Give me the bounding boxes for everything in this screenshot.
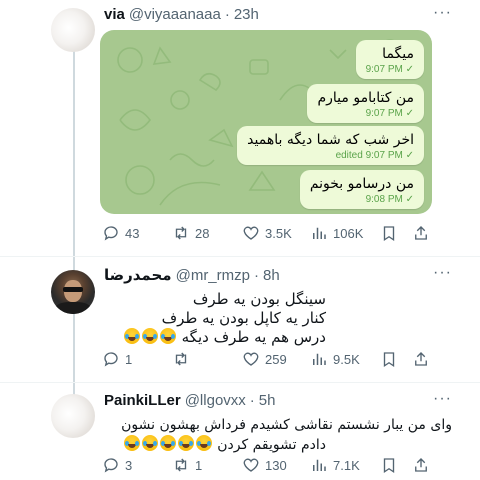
chat-bubble: من کتابامو میارم 9:07 PM ✓ <box>307 84 424 123</box>
tweet-text-line: درس هم یه طرف دیگه <box>181 328 326 346</box>
reply-button[interactable]: 3 <box>102 456 132 474</box>
retweet-button[interactable]: 1 <box>172 456 202 474</box>
share-button[interactable] <box>412 350 430 368</box>
reply-count: 1 <box>125 351 133 367</box>
like-icon <box>243 352 259 366</box>
views-button[interactable]: 106K <box>310 224 363 242</box>
chat-bubble: اخر شب که شما دیگه باهمید edited 9:07 PM… <box>237 126 424 165</box>
chat-message-text: اخر شب که شما دیگه باهمید <box>247 132 414 148</box>
tweet-text-line-with-emoji: دادم تشویقم کردن <box>123 435 326 455</box>
like-button[interactable]: 130 <box>242 456 287 474</box>
like-icon <box>243 458 259 472</box>
tweet-text-line: کنار یه کاپل بودن یه طرف <box>161 309 326 327</box>
share-icon <box>415 226 427 240</box>
share-button[interactable] <box>412 456 430 474</box>
views-count: 9.5K <box>333 351 360 367</box>
tweet-text-line: وای من یبار نشستم نقاشی کشیدم فرداش بهشو… <box>121 417 452 433</box>
bookmark-button[interactable] <box>380 224 398 242</box>
like-button[interactable]: 3.5K <box>242 224 292 242</box>
chat-bubble: میگما 9:07 PM ✓ <box>355 40 424 79</box>
chat-message-time: 9:07 PM ✓ <box>365 64 414 75</box>
bookmark-button[interactable] <box>380 350 398 368</box>
timestamp[interactable]: 8h <box>263 267 280 284</box>
timestamp[interactable]: 5h <box>259 392 276 409</box>
views-icon <box>313 353 326 365</box>
retweet-icon <box>175 226 187 240</box>
retweet-button[interactable]: 28 <box>172 224 209 242</box>
author-handle[interactable]: @viyaaanaaa <box>129 6 221 23</box>
crying-laughing-emoji-icon <box>123 328 140 344</box>
reply-icon <box>104 458 118 473</box>
tweet-text-line: سینگل بودن یه طرف <box>192 290 326 308</box>
crying-laughing-emoji-icon <box>159 435 176 451</box>
chat-message-time: 9:07 PM ✓ <box>365 108 414 119</box>
author-name[interactable]: محمدرضا <box>104 266 172 284</box>
crying-laughing-emoji-icon <box>141 328 158 344</box>
crying-laughing-emoji-icon <box>141 435 158 451</box>
tweet-divider <box>0 382 480 383</box>
chat-message-text: من درسامو بخونم <box>309 176 414 192</box>
like-count: 3.5K <box>265 225 292 241</box>
timestamp[interactable]: 23h <box>234 6 259 23</box>
separator-dot: · <box>224 6 230 23</box>
views-count: 106K <box>333 225 364 241</box>
avatar[interactable] <box>51 270 95 314</box>
views-icon <box>313 227 326 239</box>
like-count: 130 <box>265 457 287 473</box>
reply-icon <box>104 226 118 241</box>
crying-laughing-emoji-icon <box>123 435 140 451</box>
chat-bubble: من درسامو بخونم 9:08 PM ✓ <box>299 170 424 209</box>
like-count: 259 <box>265 351 287 367</box>
reply-count: 43 <box>125 225 140 241</box>
bookmark-icon <box>383 458 395 474</box>
tweet-divider <box>0 256 480 257</box>
more-options-icon[interactable]: ··· <box>433 390 452 408</box>
avatar[interactable] <box>51 394 95 438</box>
author-name[interactable]: via <box>104 6 125 23</box>
views-button[interactable]: 9.5K <box>310 350 360 368</box>
share-button[interactable] <box>412 224 430 242</box>
separator-dot: · <box>249 392 255 409</box>
crying-laughing-emoji-icon <box>177 435 194 451</box>
retweet-button[interactable] <box>172 350 195 368</box>
chat-message-time: edited 9:07 PM ✓ <box>335 150 414 161</box>
share-icon <box>415 352 427 366</box>
more-options-icon[interactable]: ··· <box>433 4 452 22</box>
like-button[interactable]: 259 <box>242 350 287 368</box>
author-handle[interactable]: @llgovxx <box>185 392 246 409</box>
reply-count: 3 <box>125 457 133 473</box>
views-icon <box>313 459 326 471</box>
crying-laughing-emoji-icon <box>195 435 212 451</box>
author-handle[interactable]: @mr_rmzp <box>176 267 250 284</box>
reply-button[interactable]: 43 <box>102 224 139 242</box>
share-icon <box>415 458 427 472</box>
chat-message-text: میگما <box>382 46 414 62</box>
retweet-count: 28 <box>195 225 210 241</box>
more-options-icon[interactable]: ··· <box>433 264 452 282</box>
tweet-text-line-with-emoji: درس هم یه طرف دیگه <box>123 328 326 347</box>
separator-dot: · <box>254 267 259 284</box>
bookmark-icon <box>383 226 395 242</box>
chat-screenshot-image[interactable]: میگما 9:07 PM ✓ من کتابامو میارم 9:07 PM… <box>100 30 432 214</box>
like-icon <box>243 226 259 240</box>
bookmark-icon <box>383 352 395 368</box>
views-count: 7.1K <box>333 457 360 473</box>
retweet-icon <box>175 458 187 472</box>
thread-line <box>73 48 75 408</box>
views-button[interactable]: 7.1K <box>310 456 360 474</box>
bookmark-button[interactable] <box>380 456 398 474</box>
avatar[interactable] <box>51 8 95 52</box>
chat-message-text: من کتابامو میارم <box>317 90 414 106</box>
retweet-icon <box>175 352 187 366</box>
crying-laughing-emoji-icon <box>159 328 176 344</box>
reply-icon <box>104 352 118 367</box>
reply-button[interactable]: 1 <box>102 350 132 368</box>
retweet-count: 1 <box>195 457 203 473</box>
author-name[interactable]: PainkiLLer <box>104 392 181 409</box>
tweet-text-line: دادم تشویقم کردن <box>217 437 326 453</box>
chat-message-time: 9:08 PM ✓ <box>365 194 414 205</box>
